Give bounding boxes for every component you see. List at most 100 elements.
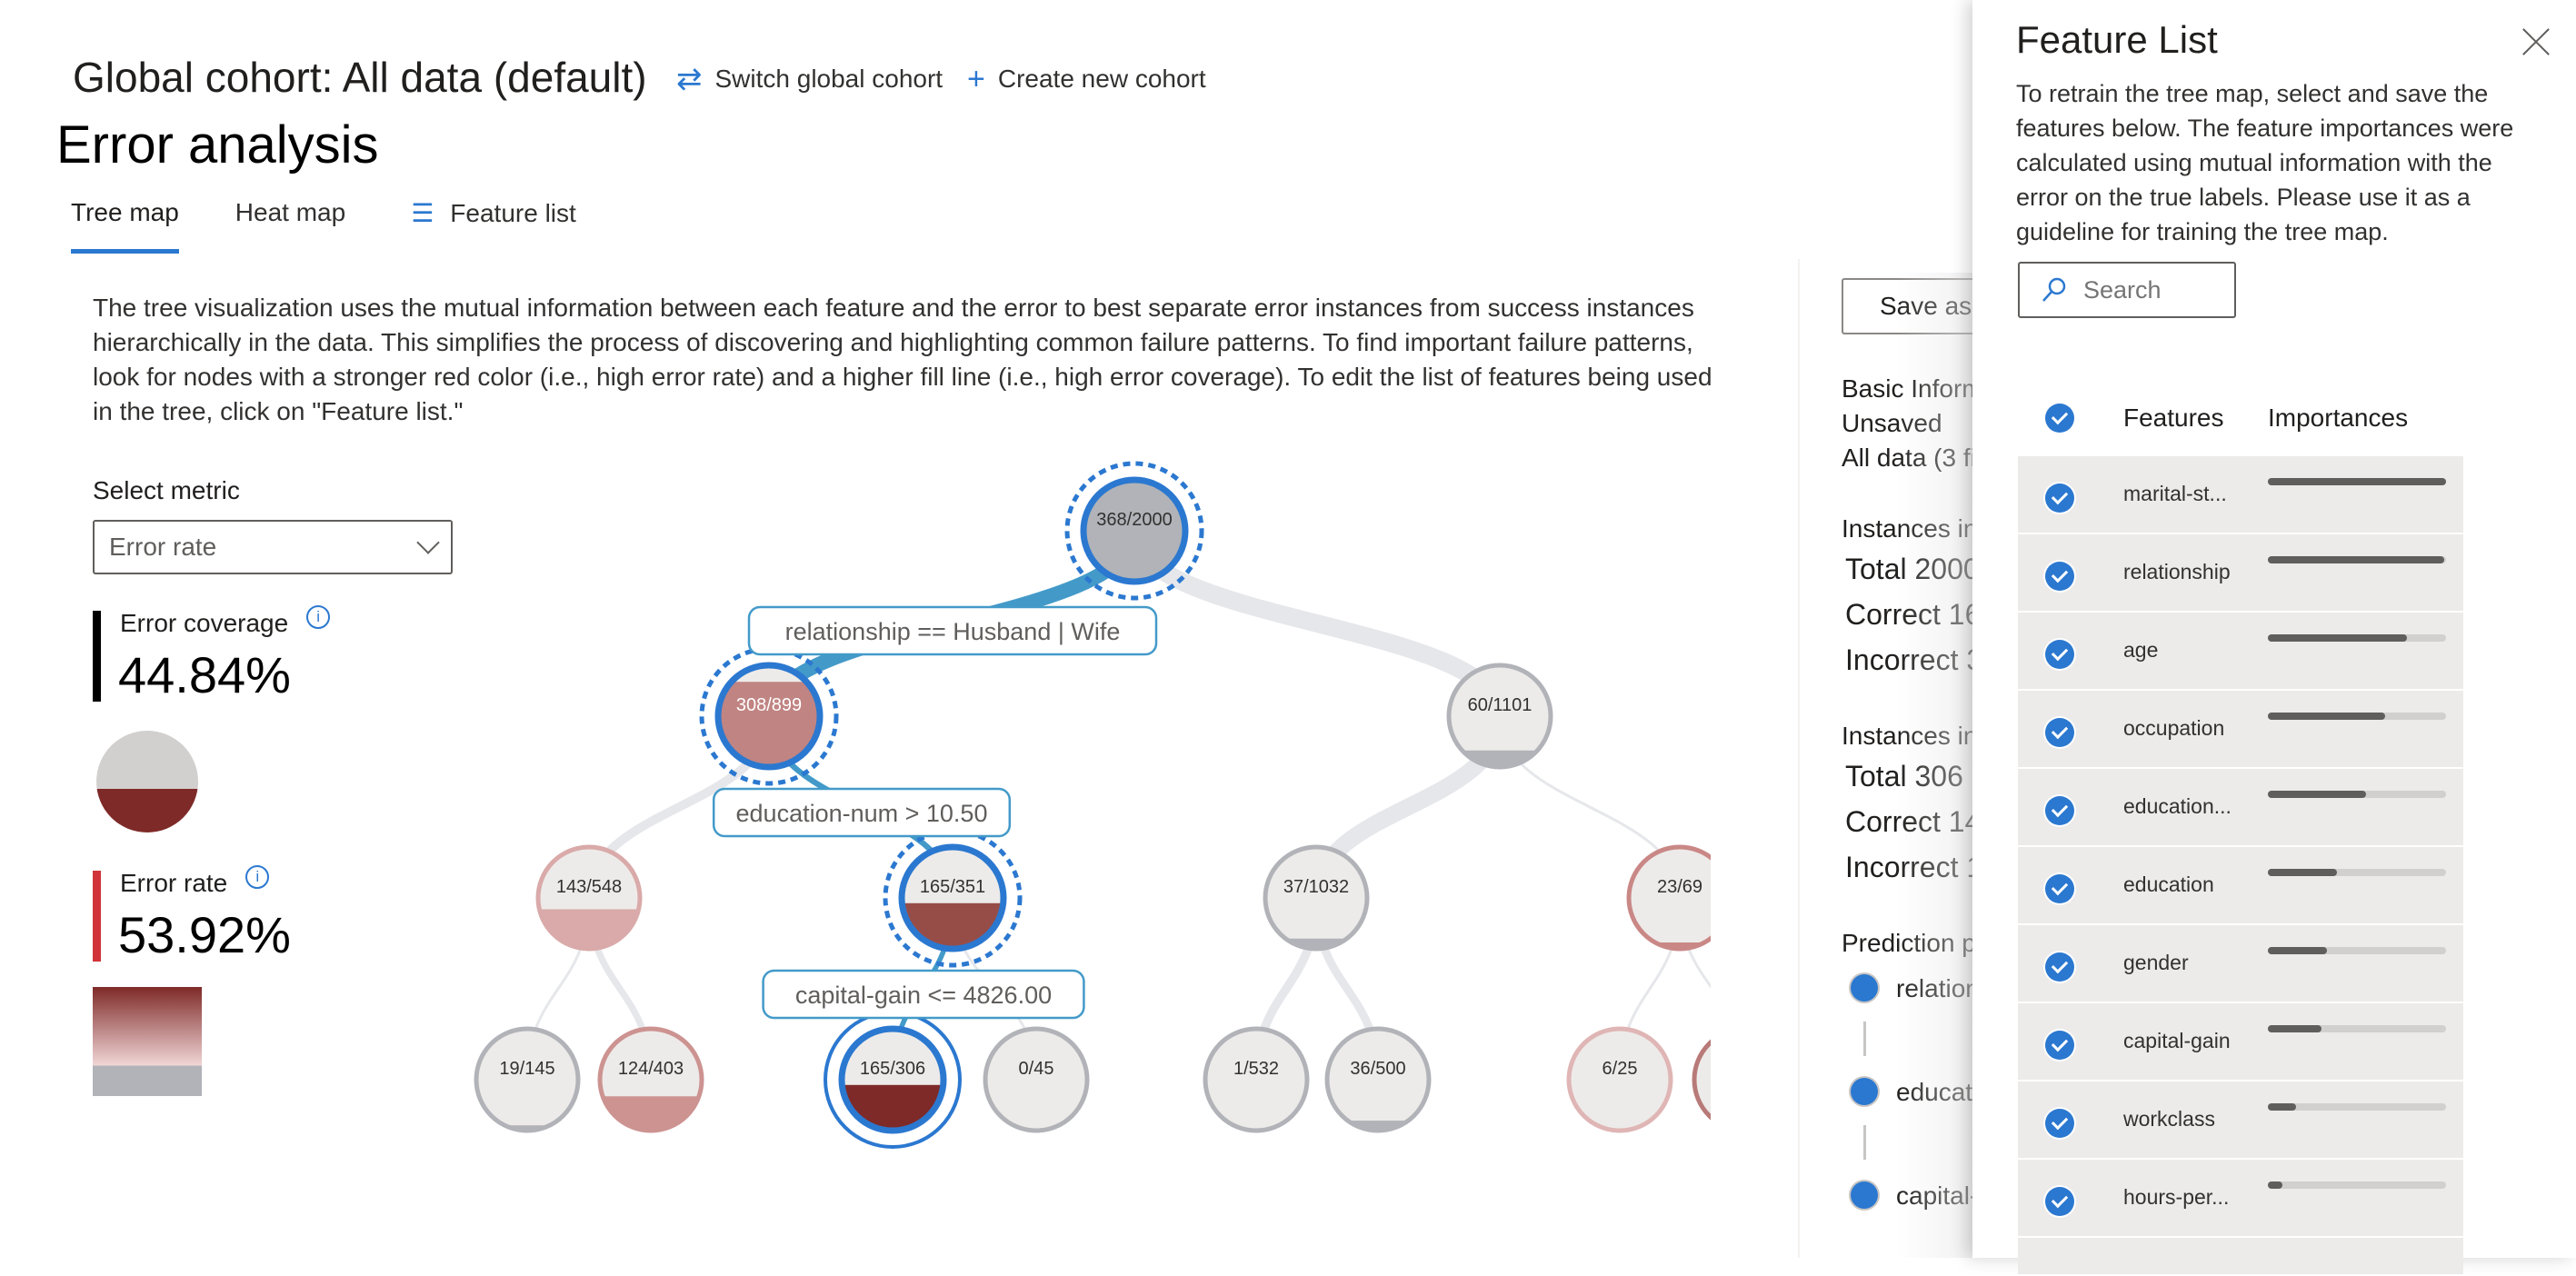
importance-bar-track (2268, 478, 2446, 485)
path-connector (1863, 1022, 1866, 1056)
tree-node[interactable]: 165/351 (885, 831, 1020, 965)
split-condition-label: capital-gain <= 4826.00 (764, 971, 1084, 1018)
feature-row[interactable]: marital-st... (2018, 456, 2463, 533)
feature-row[interactable]: workclass (2018, 1082, 2463, 1158)
feature-checkbox[interactable] (2045, 1109, 2074, 1138)
node-label: 143/548 (556, 877, 622, 897)
save-as-cohort-label: Save as a (1880, 292, 1978, 321)
tree-node[interactable]: 19/145 (476, 1029, 578, 1131)
error-rate-bar (93, 871, 101, 962)
page-title: Error analysis (56, 115, 379, 175)
path-step-2: educati (1896, 1078, 1978, 1107)
metric-dropdown-value: Error rate (109, 533, 216, 562)
feature-row[interactable]: relationship (2018, 534, 2463, 611)
feature-row[interactable]: education... (2018, 769, 2463, 845)
importance-bar-fill (2268, 1025, 2321, 1032)
feature-name: education (2123, 872, 2214, 897)
error-coverage-bar (93, 611, 101, 702)
feature-row[interactable]: capital-gain (2018, 1003, 2463, 1080)
tree-node[interactable]: 368/2000 (1067, 464, 1202, 598)
search-icon (2040, 275, 2069, 304)
node-error-fill (538, 909, 640, 949)
prediction-path-title: Prediction pa (1842, 929, 1978, 958)
feature-name: workclass (2123, 1107, 2215, 1131)
path-connector (1863, 1125, 1866, 1160)
tab-tree-map[interactable]: Tree map (71, 198, 179, 228)
importance-bar-track (2268, 1025, 2446, 1032)
close-icon[interactable] (2521, 27, 2551, 56)
tree-node[interactable]: 23/69 (1629, 847, 1711, 949)
node-label: 0/45 (1019, 1059, 1054, 1079)
select-all-checkbox[interactable] (2045, 404, 2074, 433)
tree-node[interactable]: 1/532 (1205, 1029, 1307, 1131)
feature-checkbox[interactable] (2045, 1187, 2074, 1216)
base-incorrect: Incorrect 3 (1845, 643, 1978, 677)
importance-bar-fill (2268, 634, 2407, 642)
tree-node[interactable]: 124/403 (600, 1029, 702, 1131)
select-metric-label: Select metric (93, 476, 240, 505)
feature-search-input[interactable] (2082, 275, 2222, 305)
tab-heat-map-label: Heat map (235, 198, 345, 226)
info-icon[interactable]: i (306, 605, 330, 629)
feature-checkbox[interactable] (2045, 874, 2074, 903)
feature-checkbox[interactable] (2045, 952, 2074, 982)
feature-checkbox[interactable] (2045, 1031, 2074, 1060)
tree-node[interactable]: 36/500 (1327, 1029, 1429, 1131)
feature-table-header: Features Importances (2018, 391, 2463, 445)
node-label: 368/2000 (1096, 510, 1172, 530)
importance-bar-fill (2268, 947, 2327, 954)
feature-row[interactable]: gender (2018, 925, 2463, 1002)
node-label: 165/351 (920, 877, 985, 897)
tab-feature-list-label: Feature list (450, 199, 576, 227)
panel-divider (1798, 259, 1800, 1258)
switch-global-cohort-button[interactable]: ⇄ Switch global cohort (676, 64, 943, 95)
tab-feature-list[interactable]: ☰ Feature list (411, 198, 576, 228)
tab-heat-map[interactable]: Heat map (235, 198, 345, 228)
create-new-cohort-button[interactable]: + Create new cohort (967, 64, 1206, 95)
tree-node[interactable]: 308/899 (702, 649, 836, 783)
feature-checkbox[interactable] (2045, 483, 2074, 513)
tree-node[interactable]: 6/25 (1569, 1029, 1671, 1131)
error-coverage-label-row: Error coverage i (120, 609, 330, 638)
node-label: 124/403 (618, 1059, 684, 1079)
tree-node[interactable]: 37/1032 (1265, 847, 1367, 949)
instances-base-title: Instances in (1842, 514, 1977, 543)
tree-description: The tree visualization uses the mutual i… (93, 291, 1729, 429)
create-new-cohort-label: Create new cohort (998, 65, 1206, 94)
feature-name: hours-per... (2123, 1185, 2229, 1210)
base-correct: Correct 163 (1845, 598, 1978, 632)
feature-row[interactable]: occupation (2018, 691, 2463, 767)
feature-row[interactable]: age (2018, 613, 2463, 689)
tree-map-svg: 368/2000 308/899 60/1101 143/548 165/351 37/1… (473, 454, 1711, 1181)
feature-row[interactable]: education (2018, 847, 2463, 923)
list-icon: ☰ (411, 199, 434, 227)
path-step-3: capital- (1896, 1181, 1978, 1211)
feature-search-box[interactable] (2018, 262, 2236, 318)
info-icon[interactable]: i (245, 865, 269, 889)
tree-node[interactable] (1694, 1029, 1711, 1131)
error-rate-label-row: Error rate i (120, 869, 269, 898)
importance-bar-track (2268, 556, 2446, 563)
tree-node[interactable]: 60/1101 (1449, 665, 1551, 767)
feature-checkbox[interactable] (2045, 718, 2074, 747)
node-label: 6/25 (1603, 1059, 1638, 1079)
feature-checkbox[interactable] (2045, 796, 2074, 825)
node-label: 19/145 (499, 1059, 554, 1079)
metric-dropdown[interactable]: Error rate (93, 520, 453, 574)
node-label: 60/1101 (1468, 695, 1533, 715)
error-rate-value: 53.92% (118, 905, 291, 964)
importance-bar-fill (2268, 713, 2385, 720)
feature-checkbox[interactable] (2045, 640, 2074, 669)
feature-checkbox[interactable] (2045, 562, 2074, 591)
tree-node[interactable]: 143/548 (538, 847, 640, 949)
feature-row[interactable] (2018, 1238, 2463, 1274)
feature-row[interactable]: hours-per... (2018, 1160, 2463, 1236)
node-error-fill (842, 1085, 944, 1131)
tree-node[interactable]: 165/306 (825, 1012, 960, 1147)
path-step-dot (1851, 1181, 1878, 1209)
save-as-cohort-button[interactable]: Save as a (1842, 278, 1978, 334)
tree-node[interactable]: 0/45 (985, 1029, 1087, 1131)
path-step-dot (1851, 1078, 1878, 1105)
feature-name: marital-st... (2123, 482, 2227, 506)
global-cohort-title: Global cohort: All data (default) (73, 53, 647, 102)
